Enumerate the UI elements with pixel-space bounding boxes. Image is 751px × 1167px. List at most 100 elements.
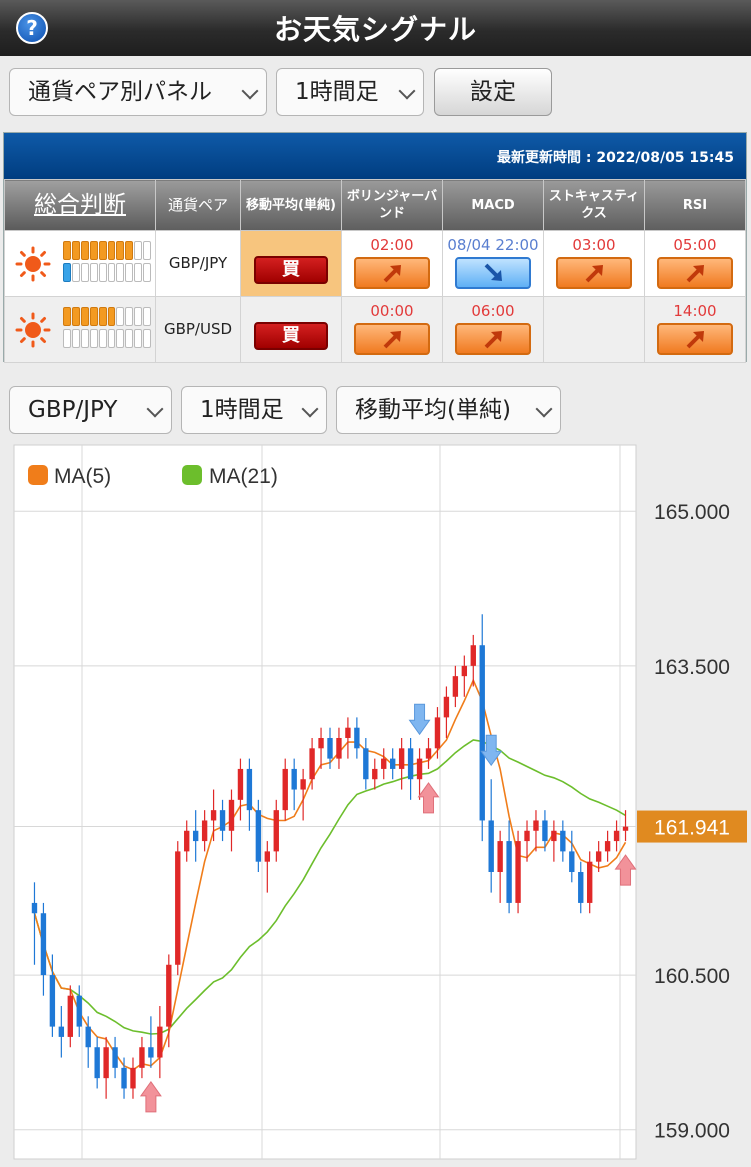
sunny-icon <box>15 246 51 282</box>
chart-timeframe-select[interactable]: 1時間足 <box>181 386 327 434</box>
bollinger-cell[interactable]: 00:00 <box>341 296 443 363</box>
candle <box>587 861 593 903</box>
timeframe-select[interactable]: 1時間足 <box>276 68 424 116</box>
settings-button[interactable]: 設定 <box>434 68 552 116</box>
chevron-down-icon <box>146 400 164 418</box>
col-bollinger[interactable]: ボリンジャーバンド <box>341 179 443 231</box>
signal-table: 総合判断 通貨ペア 移動平均(単純) ボリンジャーバンド MACD ストキャステ… <box>4 179 746 363</box>
table-header-row: 総合判断 通貨ペア 移動平均(単純) ボリンジャーバンド MACD ストキャステ… <box>4 179 746 231</box>
candle <box>622 826 629 831</box>
macd-cell[interactable]: 06:00 <box>442 296 544 363</box>
stochastics-cell[interactable]: 03:00 <box>543 230 645 297</box>
price-chart[interactable]: MA(5) MA(21) 165.000 163.500 160.500 159.00… <box>0 440 751 1163</box>
candle <box>121 1067 127 1089</box>
signal-time: 06:00 <box>471 302 515 320</box>
candle <box>166 964 172 1027</box>
timeframe-value: 1時間足 <box>295 79 379 105</box>
candle <box>201 820 208 842</box>
candle <box>94 1047 100 1079</box>
candle <box>31 902 38 914</box>
candle <box>327 738 333 759</box>
candle <box>219 810 226 831</box>
signal-button-up[interactable] <box>657 323 733 355</box>
table-row[interactable]: GBP/JPY 買 02:00 08/04 22:00 03:00 05:00 <box>4 230 746 297</box>
candle <box>273 810 279 852</box>
candle <box>613 830 620 842</box>
buy-badge[interactable]: 買 <box>254 256 328 284</box>
candle <box>192 830 199 842</box>
candle <box>246 768 253 811</box>
candle <box>318 738 324 749</box>
bollinger-cell[interactable]: 02:00 <box>341 230 443 297</box>
candle <box>67 995 73 1037</box>
signal-button-up[interactable] <box>657 257 733 289</box>
candle <box>569 851 575 872</box>
panel-type-select[interactable]: 通貨ペア別パネル <box>9 68 267 116</box>
overall-cell <box>4 296 156 363</box>
candle <box>595 851 602 862</box>
panel-type-value: 通貨ペア別パネル <box>28 79 212 105</box>
indicator-value: 移動平均(単純) <box>355 397 511 423</box>
candle <box>85 1026 91 1048</box>
signal-time: 00:00 <box>370 302 414 320</box>
candle <box>542 820 548 842</box>
signal-button-up[interactable] <box>354 323 430 355</box>
chevron-down-icon <box>301 400 319 418</box>
ma-cell[interactable]: 買 <box>240 230 342 297</box>
overall-cell <box>4 230 156 297</box>
candle <box>363 748 369 780</box>
pair-select[interactable]: GBP/JPY <box>9 386 172 434</box>
pair-name: GBP/JPY <box>168 254 228 272</box>
col-overall[interactable]: 総合判断 <box>4 179 156 231</box>
candle <box>184 830 190 852</box>
app-header: ? お天気シグナル <box>0 0 751 56</box>
candle <box>112 1047 118 1068</box>
signal-button-down[interactable] <box>455 257 531 289</box>
candle <box>255 810 262 862</box>
candle <box>354 727 360 749</box>
candle <box>157 1026 163 1058</box>
legend-swatch-ma5 <box>28 465 48 485</box>
ma-cell[interactable]: 買 <box>240 296 342 363</box>
rsi-cell[interactable]: 05:00 <box>644 230 746 297</box>
legend-swatch-ma21 <box>182 465 202 485</box>
signal-button-up[interactable] <box>556 257 632 289</box>
col-stochastics[interactable]: ストキャスティクス <box>543 179 645 231</box>
rsi-cell[interactable]: 14:00 <box>644 296 746 363</box>
y-tick-label: 165.000 <box>654 501 730 524</box>
col-rsi[interactable]: RSI <box>644 179 746 231</box>
macd-cell[interactable]: 08/04 22:00 <box>442 230 544 297</box>
candle <box>416 758 423 780</box>
candle <box>237 768 244 800</box>
strength-gauge <box>63 241 152 285</box>
indicator-select[interactable]: 移動平均(単純) <box>336 386 561 434</box>
table-row[interactable]: GBP/USD 買 00:00 06:00 14:00 <box>4 296 746 363</box>
candle <box>228 799 235 831</box>
signal-button-up[interactable] <box>455 323 531 355</box>
candle <box>461 665 468 677</box>
candle <box>604 841 611 852</box>
candle <box>524 830 530 842</box>
arrow-up-right-icon <box>383 265 401 283</box>
candle <box>497 841 503 872</box>
candle <box>336 738 342 759</box>
arrow-up-right-icon <box>686 265 704 283</box>
signal-time: 08/04 22:00 <box>447 236 539 254</box>
candle <box>148 1047 154 1058</box>
signal-button-up[interactable] <box>354 257 430 289</box>
buy-badge[interactable]: 買 <box>254 322 328 350</box>
chart-timeframe-value: 1時間足 <box>200 397 284 423</box>
app-title: お天気シグナル <box>273 13 477 46</box>
candle <box>345 727 351 738</box>
col-pair: 通貨ペア <box>155 179 241 231</box>
panel-header-bar: 最新更新時間 : 2022/08/05 15:45 <box>4 133 746 179</box>
col-macd[interactable]: MACD <box>442 179 544 231</box>
candle <box>515 841 521 903</box>
pair-select-value: GBP/JPY <box>28 397 118 423</box>
col-ma[interactable]: 移動平均(単純) <box>240 179 342 231</box>
candle <box>488 820 494 872</box>
candlestick-chart[interactable]: MA(5) MA(21) 165.000 163.500 160.500 159.00… <box>0 440 751 1163</box>
signal-time: 05:00 <box>673 236 717 254</box>
candle <box>58 1026 65 1037</box>
candle <box>390 758 396 769</box>
